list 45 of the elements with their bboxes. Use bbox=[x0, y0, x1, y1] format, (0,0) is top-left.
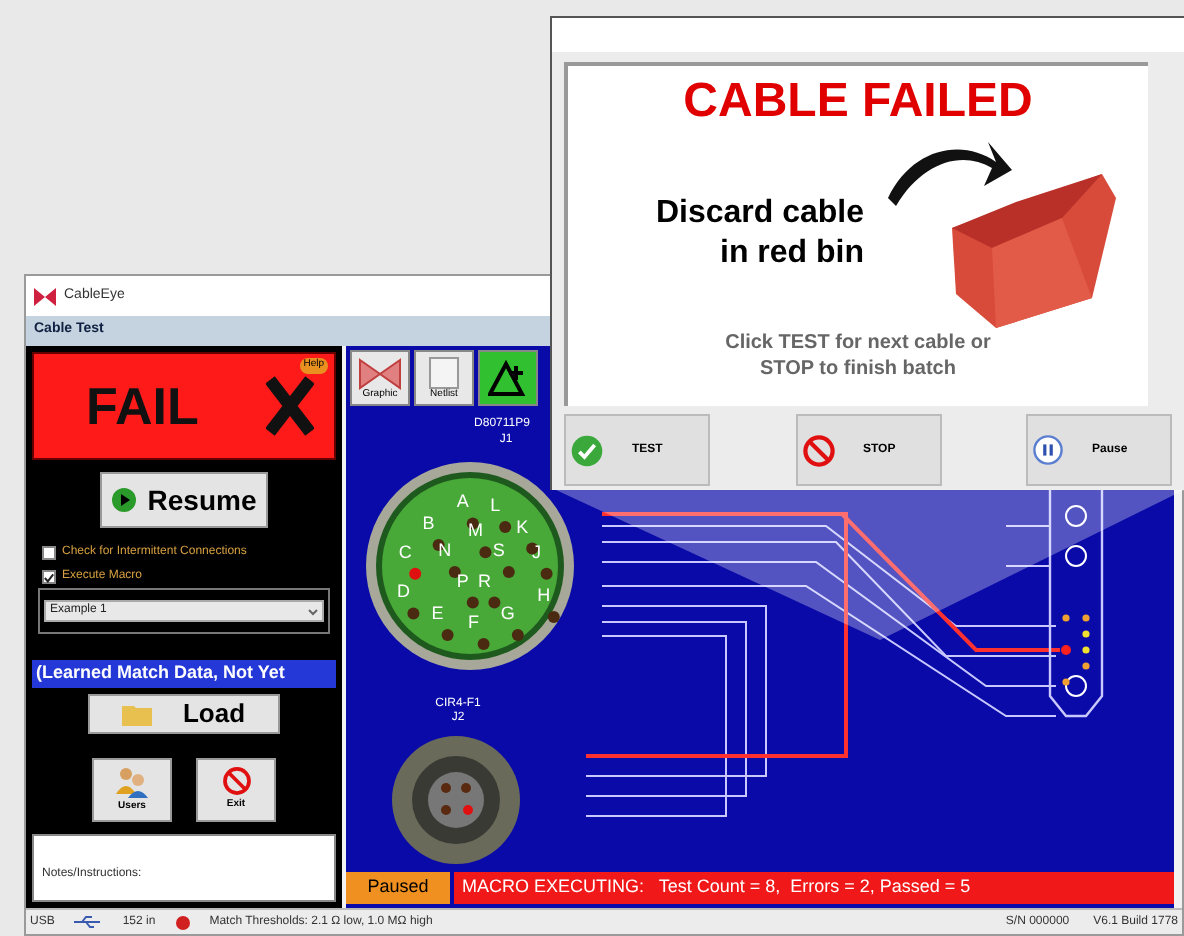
prompt-text: Click TEST for next cable or bbox=[725, 332, 991, 357]
pin-label: B bbox=[422, 513, 435, 533]
pin-label: N bbox=[438, 540, 452, 560]
load-button[interactable]: Load bbox=[88, 694, 280, 734]
pin-label: H bbox=[537, 585, 551, 605]
dialog-heading: CABLE FAILED bbox=[683, 78, 1033, 126]
pin-label: D bbox=[396, 581, 410, 602]
macro-status-message: MACRO EXECUTING: Test Count = 8, Errors = 2, Passed = 5 bbox=[454, 872, 1174, 904]
tick-icon bbox=[44, 571, 54, 584]
pin-label: E bbox=[431, 603, 444, 623]
pin-label: F bbox=[468, 612, 480, 632]
instruction-text: in red bin bbox=[720, 233, 864, 273]
result-label: FAIL bbox=[86, 373, 199, 440]
users-icon bbox=[114, 765, 150, 798]
pin-label: G bbox=[500, 603, 515, 623]
pin-label: S bbox=[492, 540, 505, 560]
folder-icon bbox=[122, 702, 155, 726]
pin-label: C bbox=[398, 541, 412, 562]
chevron-down-icon bbox=[308, 607, 318, 616]
checkbox[interactable] bbox=[42, 546, 56, 561]
circular-connector-drawing bbox=[392, 736, 520, 864]
document-icon bbox=[428, 356, 460, 390]
instruction-text: Discard cable bbox=[655, 193, 864, 233]
check-circle-icon bbox=[570, 433, 604, 467]
checkbox[interactable] bbox=[42, 570, 56, 585]
triangle-plus-icon bbox=[488, 360, 528, 396]
run-state: Paused bbox=[346, 872, 450, 904]
x-mark-icon bbox=[266, 376, 314, 437]
resume-button[interactable]: Resume bbox=[100, 472, 268, 529]
no-entry-icon bbox=[801, 433, 835, 467]
app-logo-icon bbox=[34, 287, 56, 305]
pin-label: J bbox=[532, 541, 542, 562]
bowtie-icon bbox=[358, 357, 402, 389]
no-entry-icon bbox=[221, 766, 251, 797]
toolbar-button[interactable] bbox=[478, 350, 538, 406]
pause-icon bbox=[1032, 434, 1064, 466]
play-icon bbox=[111, 488, 136, 513]
pin-label: R bbox=[477, 570, 491, 591]
pin-label: P bbox=[456, 570, 469, 591]
pin-label: L bbox=[490, 495, 501, 515]
match-data-bar: (Learned Match Data, Not Yet bbox=[32, 660, 336, 688]
pin-label: A bbox=[456, 491, 469, 512]
usb-icon bbox=[74, 916, 103, 928]
prompt-text: STOP to finish batch bbox=[760, 357, 956, 382]
pin-label: K bbox=[516, 516, 529, 537]
